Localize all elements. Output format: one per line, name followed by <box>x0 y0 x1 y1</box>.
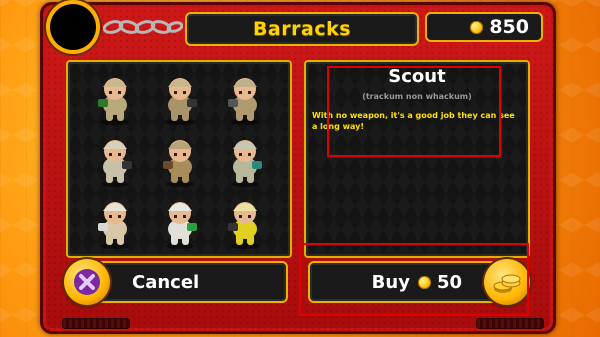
cancel-button[interactable]: Cancel <box>92 261 288 303</box>
unit-slot[interactable] <box>147 190 212 252</box>
buy-cost: 50 <box>436 271 462 293</box>
unit-slot[interactable] <box>213 66 278 128</box>
soldier-officer-icon <box>162 140 194 187</box>
soldier-scout-icon <box>97 202 129 249</box>
unit-slot[interactable] <box>213 190 278 252</box>
page-title: Barracks <box>185 12 419 46</box>
unit-description: With no weapon, it's a good job they can… <box>312 111 515 131</box>
gold-counter: 850 <box>425 12 543 42</box>
soldier-gunner-icon <box>228 78 260 125</box>
soldier-rifle-icon <box>165 78 197 125</box>
unit-slot[interactable] <box>82 190 147 252</box>
soldier-binoculars-icon <box>97 78 129 125</box>
unit-slot[interactable] <box>82 128 147 190</box>
close-icon[interactable] <box>64 259 110 305</box>
coin-icon <box>417 275 431 289</box>
unit-slot[interactable] <box>213 128 278 190</box>
soldier-medic-icon <box>100 140 132 187</box>
page-title-text: Barracks <box>252 18 352 40</box>
unit-grid <box>82 66 278 252</box>
unit-slot[interactable] <box>82 66 147 128</box>
unit-name: Scout <box>388 66 446 87</box>
unit-slot[interactable] <box>147 66 212 128</box>
soldier-engineer-icon <box>165 202 197 249</box>
vent-right <box>476 318 544 329</box>
soldier-radio-icon <box>231 140 263 187</box>
buy-button-label: Buy <box>371 271 410 293</box>
soldier-demolition-icon <box>228 202 260 249</box>
coin-icon <box>470 20 484 34</box>
cancel-button-label: Cancel <box>132 271 200 293</box>
unit-list-panel <box>66 60 292 258</box>
unit-slot[interactable] <box>147 128 212 190</box>
gold-amount: 850 <box>489 16 529 38</box>
vent-left <box>62 318 130 329</box>
unit-detail-panel: Scout (trackum non whackum) With no weap… <box>304 60 530 258</box>
coin-stack-icon[interactable] <box>484 259 530 305</box>
portal-icon <box>50 4 96 50</box>
unit-latin-name: (trackum non whackum) <box>362 92 472 101</box>
buy-button[interactable]: Buy 50 <box>308 261 500 303</box>
chain-decoration-icon <box>103 20 183 34</box>
